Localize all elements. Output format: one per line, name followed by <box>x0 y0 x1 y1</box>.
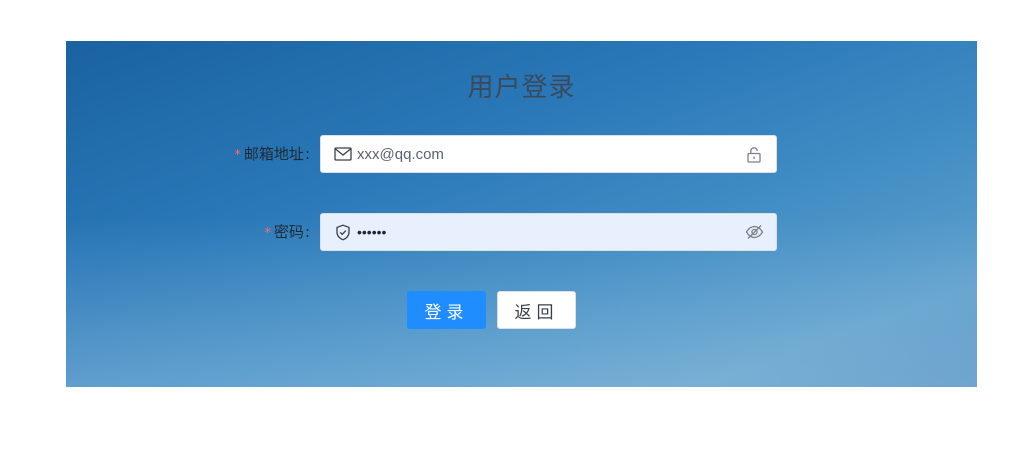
login-button[interactable]: 登录 <box>407 291 486 329</box>
password-value[interactable]: •••••• <box>354 224 743 240</box>
back-button[interactable]: 返回 <box>497 291 576 329</box>
email-row: * 邮箱地址: xxx@qq.com <box>66 135 977 173</box>
mail-icon <box>332 135 354 173</box>
required-mark: * <box>264 226 271 241</box>
email-label-text: 邮箱地址 <box>243 145 304 163</box>
page-title: 用户登录 <box>467 73 576 103</box>
email-value[interactable]: xxx@qq.com <box>354 146 743 163</box>
unlock-icon[interactable] <box>743 135 765 173</box>
password-label-text: 密码 <box>273 223 304 241</box>
eye-off-icon[interactable] <box>743 213 765 251</box>
password-field[interactable]: •••••• <box>320 213 777 251</box>
password-label: * 密码: <box>264 213 310 251</box>
shield-icon <box>332 213 354 251</box>
email-field[interactable]: xxx@qq.com <box>320 135 777 173</box>
required-mark: * <box>234 148 241 163</box>
label-colon: : <box>304 145 310 163</box>
password-row: * 密码: •••••• <box>66 213 977 251</box>
login-panel: 用户登录 * 邮箱地址: xxx@qq.com * 密码: •••••• 登录 … <box>66 41 977 387</box>
email-label: * 邮箱地址: <box>234 135 310 173</box>
label-colon: : <box>304 223 310 241</box>
